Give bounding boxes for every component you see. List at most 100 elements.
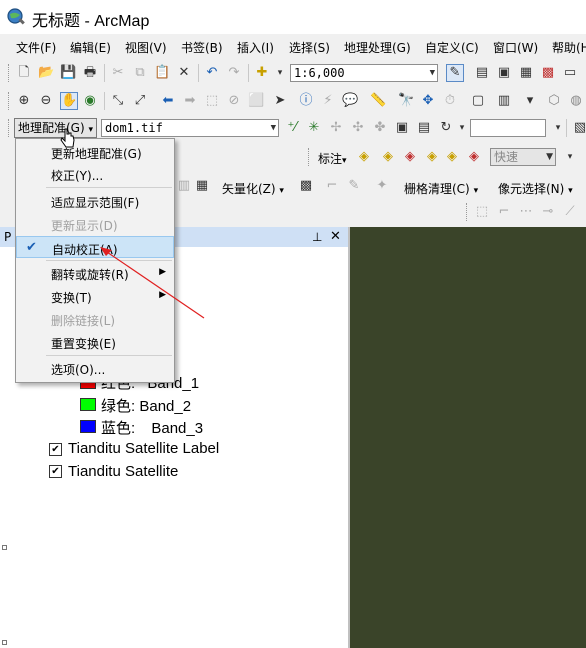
- menu-geoprocessing[interactable]: 地理处理(G): [344, 39, 411, 56]
- menu-item-options[interactable]: 选项(O)...: [16, 357, 174, 379]
- raster-layer-icon[interactable]: ▦: [194, 178, 210, 194]
- toolbar-grip-icon[interactable]: ▧: [572, 120, 586, 136]
- paste-icon[interactable]: 📋: [154, 65, 170, 81]
- hyperlink-icon[interactable]: ⚡: [320, 93, 336, 109]
- layer-visibility-checkbox[interactable]: ✔: [49, 465, 62, 478]
- toolbar-grip[interactable]: [466, 203, 470, 221]
- select-arrow-icon[interactable]: ➤: [272, 93, 288, 109]
- chevron-down-icon[interactable]: ▼: [271, 120, 276, 136]
- table-icon[interactable]: ▤: [474, 65, 490, 81]
- toolbar-grip[interactable]: [8, 64, 12, 82]
- redo-icon[interactable]: ↷: [226, 65, 242, 81]
- layer-combo[interactable]: dom1.tif ▼: [101, 119, 279, 137]
- layout-icon[interactable]: ▥: [496, 93, 512, 109]
- menu-window[interactable]: 窗口(W): [493, 39, 538, 56]
- georeferencing-menu-button[interactable]: 地理配准(G) ▾: [14, 118, 98, 138]
- save-icon[interactable]: 💾: [60, 65, 76, 81]
- menu-item-reset-transformation[interactable]: 重置变换(E): [16, 331, 174, 353]
- show-shared-icon[interactable]: ⌐: [496, 204, 512, 220]
- 3d-icon[interactable]: ⬡: [546, 93, 562, 109]
- zoom-out-icon[interactable]: ⊖: [38, 93, 54, 109]
- menu-item-fit-to-display[interactable]: 适应显示范围(F): [16, 190, 174, 212]
- find-icon[interactable]: 🔭: [398, 93, 414, 109]
- menu-customize[interactable]: 自定义(C): [425, 39, 479, 56]
- layer-name[interactable]: Tianditu Satellite Label: [68, 440, 219, 457]
- chevron-down-icon[interactable]: ▾: [272, 65, 288, 81]
- layer-visibility-checkbox[interactable]: ✔: [49, 443, 62, 456]
- pause-labeling-icon[interactable]: ◈: [402, 149, 418, 165]
- add-control-points-icon[interactable]: ⁺⁄: [284, 120, 300, 136]
- add-data-icon[interactable]: ✚: [254, 65, 270, 81]
- toolbar-grip[interactable]: [8, 92, 12, 110]
- globe-icon[interactable]: ◍: [568, 93, 584, 109]
- pin-icon[interactable]: ⊥: [312, 230, 322, 244]
- lock-labels-icon[interactable]: ◈: [380, 149, 396, 165]
- forward-extent-icon[interactable]: ➡: [182, 93, 198, 109]
- label-weight-icon[interactable]: ◈: [444, 149, 460, 165]
- create-viewer-icon[interactable]: ▢: [470, 93, 486, 109]
- map-canvas[interactable]: [350, 227, 586, 648]
- menu-item-rectify[interactable]: 校正(Y)...: [16, 163, 174, 185]
- split-icon[interactable]: ⊸: [540, 204, 556, 220]
- search-window-icon[interactable]: ▦: [518, 65, 534, 81]
- raster-icon[interactable]: ▥: [176, 178, 192, 194]
- raster-cleanup-menu-button[interactable]: 栅格清理(C) ▾: [404, 180, 478, 197]
- auto-registration-icon[interactable]: ✳: [306, 120, 322, 136]
- new-document-icon[interactable]: 🗋: [16, 65, 32, 81]
- menu-edit[interactable]: 编辑(E): [70, 39, 111, 56]
- chevron-down-icon[interactable]: ▾: [454, 120, 470, 136]
- html-popup-icon[interactable]: 💬: [342, 93, 358, 109]
- fixed-zoom-out-icon[interactable]: ⤢: [132, 93, 148, 109]
- raster-snap-icon[interactable]: ▩: [298, 178, 314, 194]
- menu-view[interactable]: 视图(V): [125, 39, 167, 56]
- pixel-select-menu-button[interactable]: 像元选择(N) ▾: [498, 180, 573, 197]
- splitter-handle[interactable]: [2, 640, 7, 645]
- delete-icon[interactable]: ✕: [176, 65, 192, 81]
- copy-icon[interactable]: ⧉: [132, 65, 148, 81]
- label-priority-icon[interactable]: ◈: [466, 149, 482, 165]
- pencil-icon[interactable]: ✎: [346, 178, 362, 194]
- time-slider-icon[interactable]: ⏱: [442, 93, 458, 109]
- label-speed-combo[interactable]: 快速 ▼: [490, 148, 556, 166]
- vectorize-menu-button[interactable]: 矢量化(Z) ▾: [222, 180, 284, 197]
- clear-selection-icon[interactable]: ⊘: [226, 93, 242, 109]
- menu-item-update-georeferencing[interactable]: 更新地理配准(G): [16, 141, 174, 163]
- arctoolbox-icon[interactable]: ▩: [540, 65, 556, 81]
- label-menu-button[interactable]: 标注▾: [318, 150, 347, 167]
- editor-toolbar-icon[interactable]: ✎: [446, 64, 464, 82]
- delete-link-icon[interactable]: ✤: [372, 120, 388, 136]
- pan-icon[interactable]: ✋: [60, 92, 78, 110]
- select-elements-icon[interactable]: ⬜: [248, 93, 264, 109]
- catalog-icon[interactable]: ▣: [496, 65, 512, 81]
- select-features-icon[interactable]: ⬚: [204, 93, 220, 109]
- cut-icon[interactable]: ✂: [110, 65, 126, 81]
- python-window-icon[interactable]: ▭: [562, 65, 578, 81]
- select-link-icon[interactable]: ✢: [328, 120, 344, 136]
- viewer-icon[interactable]: ▣: [394, 120, 410, 136]
- measure-icon[interactable]: 📏: [370, 93, 386, 109]
- menu-insert[interactable]: 插入(I): [237, 39, 274, 56]
- view-unplaced-icon[interactable]: ◈: [424, 149, 440, 165]
- undo-icon[interactable]: ↶: [204, 65, 220, 81]
- splitter-handle[interactable]: [2, 545, 7, 550]
- link-table-icon[interactable]: ▤: [416, 120, 432, 136]
- toolbar-options-icon[interactable]: ▾: [522, 93, 538, 109]
- toolbar-grip[interactable]: [8, 119, 12, 137]
- close-icon[interactable]: ✕: [330, 229, 341, 244]
- menu-help[interactable]: 帮助(H): [552, 39, 586, 56]
- menu-selection[interactable]: 选择(S): [289, 39, 330, 56]
- line-trace-icon[interactable]: ⌐: [324, 178, 340, 194]
- go-to-xy-icon[interactable]: ✥: [420, 93, 436, 109]
- reshape-icon[interactable]: ⟋: [562, 204, 578, 220]
- chevron-down-icon[interactable]: ▼: [430, 65, 435, 81]
- print-icon[interactable]: 🖶: [82, 65, 98, 81]
- toolbar-options-icon[interactable]: ▾: [562, 149, 578, 165]
- zoom-in-icon[interactable]: ⊕: [16, 93, 32, 109]
- rotation-input[interactable]: [470, 119, 546, 137]
- label-manager-icon[interactable]: ◈: [356, 149, 372, 165]
- identify-icon[interactable]: ⓘ: [298, 93, 314, 109]
- open-folder-icon[interactable]: 📂: [38, 65, 54, 81]
- layer-name[interactable]: Tianditu Satellite: [68, 463, 178, 480]
- back-extent-icon[interactable]: ⬅: [160, 93, 176, 109]
- chevron-down-icon[interactable]: ▼: [546, 149, 553, 165]
